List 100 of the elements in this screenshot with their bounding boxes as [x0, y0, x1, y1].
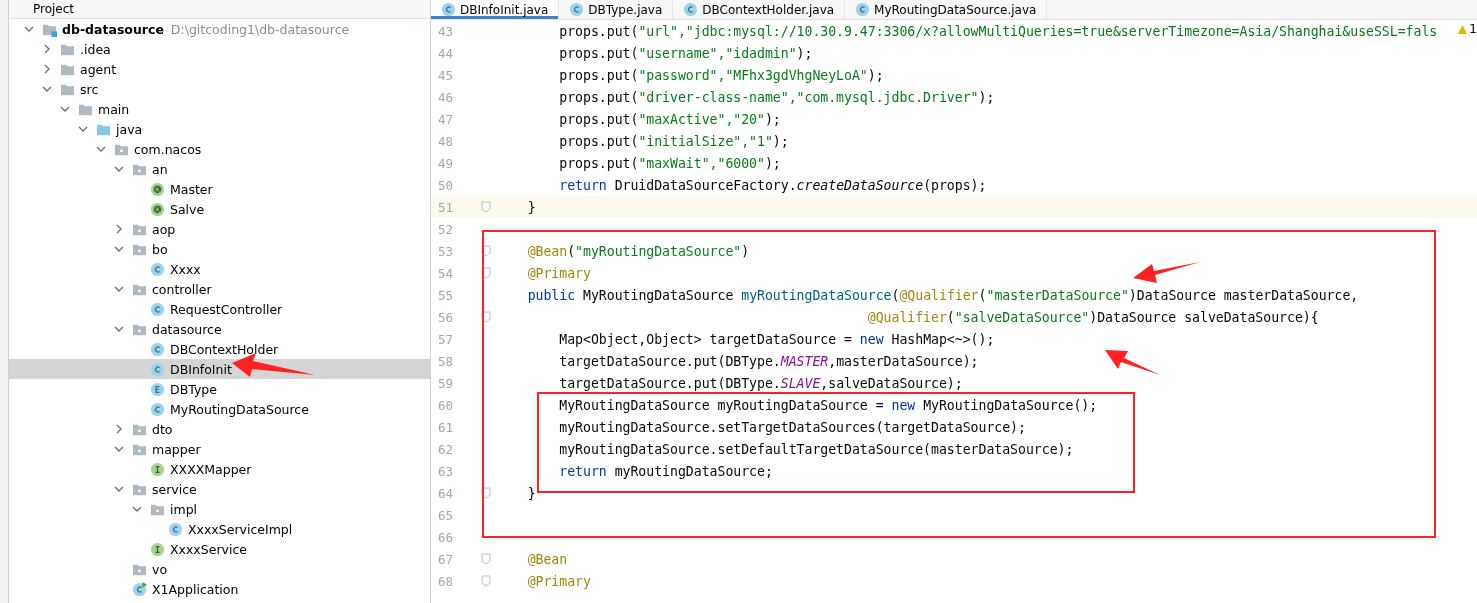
- arrow: [1133, 262, 1200, 283]
- line-number: 61: [436, 419, 453, 435]
- line-number: 47: [436, 111, 453, 127]
- tree-item[interactable]: mapper: [9, 439, 430, 459]
- line-number: 68: [436, 573, 453, 589]
- enum-icon: [150, 381, 165, 397]
- tree-item[interactable]: RequestController: [9, 299, 430, 319]
- line-number: 50: [436, 177, 453, 193]
- line-number: 43: [436, 23, 453, 39]
- line-number: 48: [436, 133, 453, 149]
- code-line: @Qualifier("salveDataSource")DataSource salveDataSource){: [866, 309, 1319, 325]
- class-icon: [150, 361, 165, 377]
- code-line: targetDataSource.put(DBType.MASTER,masterDataSource);: [558, 353, 979, 369]
- code-line: public MyRoutingDataSource myRoutingDataSource(@Qualifier("masterDataSource")DataSource masterDataSource,: [526, 287, 1359, 303]
- arrow: [1105, 350, 1160, 375]
- class-icon: [569, 2, 585, 17]
- tree-item[interactable]: X1Application: [9, 579, 430, 599]
- tree-item[interactable]: src: [9, 79, 430, 99]
- tree-item[interactable]: vo: [9, 559, 430, 579]
- interface-icon: [150, 541, 165, 557]
- line-number: 51: [436, 199, 453, 215]
- tree-item[interactable]: XxxxServiceImpl: [9, 519, 430, 539]
- tree-item[interactable]: aop: [9, 219, 430, 239]
- tree-item[interactable]: DBInfoInit: [9, 359, 430, 379]
- project-panel-title[interactable]: Project: [33, 2, 75, 16]
- line-number: 64: [436, 485, 453, 501]
- tree-item[interactable]: db-datasource D:\gitcoding1\db-datasource: [9, 19, 430, 39]
- tree-item[interactable]: MyRoutingDataSource: [9, 399, 430, 419]
- line-number: 58: [436, 353, 453, 369]
- tree-item[interactable]: datasource: [9, 319, 430, 339]
- line-number: 55: [436, 287, 453, 303]
- line-number: 54: [436, 265, 453, 281]
- project-path: D:\gitcoding1\db-datasource: [170, 21, 350, 37]
- class-icon: [150, 301, 165, 317]
- annotation-icon: [150, 201, 165, 217]
- fold-icon[interactable]: [481, 267, 491, 279]
- editor-tab[interactable]: DBType.java: [559, 0, 674, 19]
- tree-item[interactable]: bo: [9, 239, 430, 259]
- code-line: myRoutingDataSource.setTargetDataSources(targetDataSource);: [558, 419, 1026, 435]
- tab-label: DBType.java: [588, 2, 663, 17]
- class-icon: [441, 2, 456, 17]
- tree-item[interactable]: impl: [9, 499, 430, 519]
- fold-icon[interactable]: [481, 245, 491, 257]
- tree-item[interactable]: main: [9, 99, 430, 119]
- code-line: props.put("maxWait","6000");: [558, 155, 781, 171]
- line-number: 66: [436, 529, 453, 545]
- class-icon: [150, 401, 165, 417]
- line-number: 44: [436, 45, 453, 61]
- interface-icon: [150, 461, 165, 477]
- line-number: 57: [436, 331, 453, 347]
- tree-item[interactable]: Xxxx: [9, 259, 430, 279]
- code-line: targetDataSource.put(DBType.SLAVE,salveDataSource);: [558, 375, 963, 391]
- code-line: return myRoutingDataSource;: [558, 463, 773, 479]
- tree-item[interactable]: XXXXMapper: [9, 459, 430, 479]
- tree-item[interactable]: dto: [9, 419, 430, 439]
- line-number: 49: [436, 155, 453, 171]
- tree-item[interactable]: XxxxService: [9, 539, 430, 559]
- code-line: @Bean: [526, 551, 568, 567]
- code-line: return DruidDataSourceFactory.createDataSource(props);: [558, 177, 987, 193]
- editor-tab[interactable]: DBContextHolder.java: [673, 0, 846, 19]
- code-line: @Bean("myRoutingDataSource"): [526, 243, 750, 259]
- line-number: 62: [436, 441, 453, 457]
- code-line: props.put("driver-class-name","com.mysql.jdbc.Driver");: [558, 89, 995, 105]
- warning-count[interactable]: 1: [1469, 22, 1477, 36]
- tree-item[interactable]: Master: [9, 179, 430, 199]
- tree-item[interactable]: service: [9, 479, 430, 499]
- tree-item[interactable]: controller: [9, 279, 430, 299]
- tree-item[interactable]: agent: [9, 59, 430, 79]
- code-line: props.put("username","idadmin");: [558, 45, 813, 61]
- code-line: @Primary: [526, 573, 591, 589]
- tree-item[interactable]: Salve: [9, 199, 430, 219]
- editor-tab[interactable]: DBInfoInit.java: [431, 0, 560, 19]
- code-line: }: [526, 199, 536, 215]
- class-icon: [132, 581, 147, 597]
- code-line: props.put("url","jdbc:mysql://10.30.9.47:3306/x?allowMultiQueries=true&serverTimezone=Asia/Shanghai&useSSL=fals: [558, 23, 1438, 39]
- tree-item[interactable]: com.nacos: [9, 139, 430, 159]
- fold-icon[interactable]: [481, 487, 491, 499]
- code-line: props.put("password","MFhx3gdVhgNeyLoA");: [558, 67, 884, 83]
- tree-item[interactable]: DBContextHolder: [9, 339, 430, 359]
- tree-item[interactable]: java: [9, 119, 430, 139]
- code-line: Map<Object,Object> targetDataSource = new HashMap<~>();: [558, 331, 995, 347]
- line-number: 56: [436, 309, 453, 325]
- tree-item[interactable]: .idea: [9, 39, 430, 59]
- code-line: props.put("maxActive","20");: [558, 111, 781, 127]
- editor-tab[interactable]: MyRoutingDataSource.java: [845, 0, 1048, 19]
- line-number: 52: [436, 221, 453, 237]
- line-number: 59: [436, 375, 453, 391]
- fold-icon[interactable]: [481, 311, 491, 323]
- line-number: 46: [436, 89, 453, 105]
- tab-label: DBInfoInit.java: [460, 2, 549, 17]
- class-icon: [683, 2, 699, 17]
- class-icon: [855, 2, 871, 17]
- class-icon: [168, 521, 183, 537]
- tree-item[interactable]: an: [9, 159, 430, 179]
- line-number: 67: [436, 551, 453, 567]
- tree-item[interactable]: DBType: [9, 379, 430, 399]
- tab-label: DBContextHolder.java: [702, 2, 835, 17]
- code-line: @Primary: [526, 265, 591, 281]
- class-icon: [150, 261, 165, 277]
- tab-label: MyRoutingDataSource.java: [874, 2, 1037, 17]
